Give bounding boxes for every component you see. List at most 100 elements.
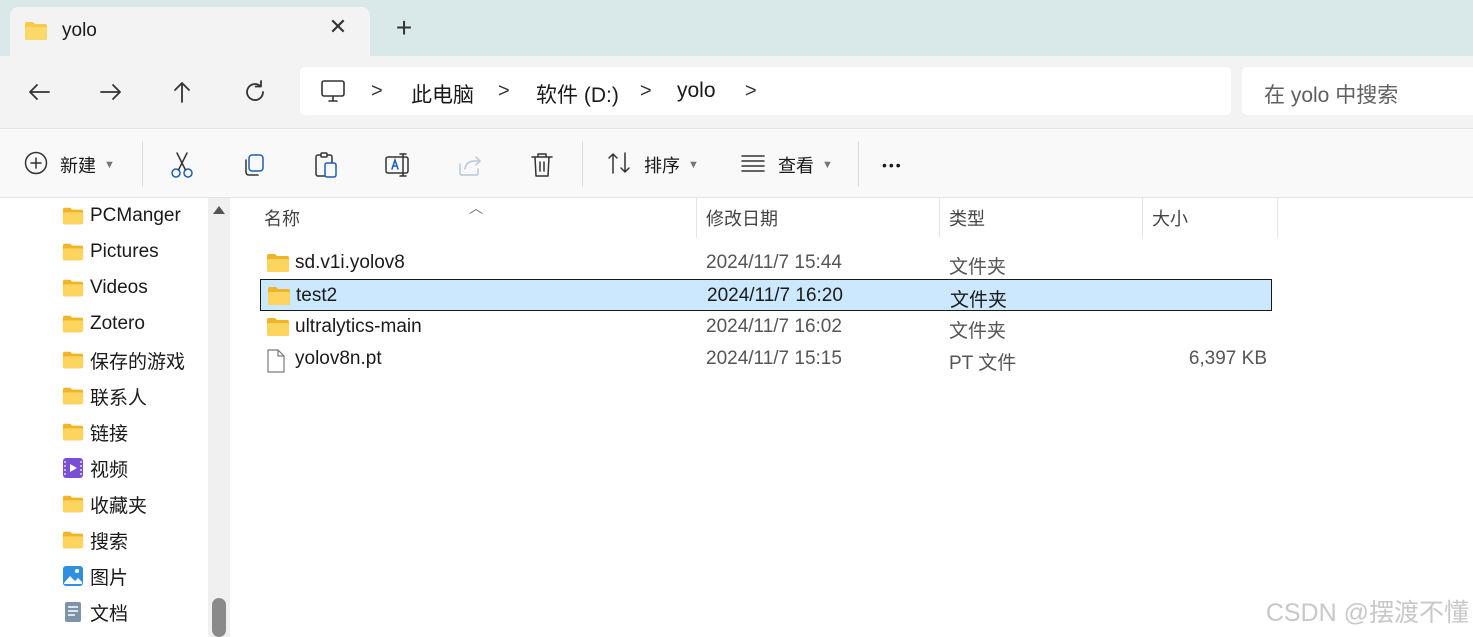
- delete-button[interactable]: [529, 151, 555, 179]
- tab-title: yolo: [62, 20, 97, 41]
- sidebar-item[interactable]: 文档: [62, 598, 128, 626]
- sidebar-item[interactable]: PCManger: [62, 202, 181, 230]
- chevron-right-icon[interactable]: >: [640, 80, 652, 103]
- column-divider[interactable]: [1142, 198, 1143, 238]
- sidebar-item-label: 搜索: [90, 531, 129, 553]
- address-bar[interactable]: > 此电脑 > 软件 (D:) > yolo >: [300, 67, 1231, 115]
- column-divider[interactable]: [1277, 198, 1278, 238]
- pictures-icon: [62, 565, 84, 587]
- watermark: CSDN @摆渡不懂: [1265, 599, 1469, 627]
- scissors-icon: [171, 152, 193, 178]
- column-divider[interactable]: [696, 198, 697, 238]
- new-button[interactable]: 新建 ▼: [24, 151, 115, 179]
- add-circle-icon: [24, 151, 48, 180]
- tab-strip: yolo ✕ +: [0, 0, 1473, 56]
- cut-button[interactable]: [169, 151, 195, 179]
- column-header-type[interactable]: 类型: [949, 198, 985, 238]
- view-label: 查看: [778, 156, 814, 176]
- close-icon[interactable]: ✕: [328, 16, 348, 38]
- file-row[interactable]: ultralytics-main 2024/11/7 16:02 文件夹: [260, 311, 1272, 343]
- paste-icon: [315, 152, 337, 178]
- sidebar-item[interactable]: 链接: [62, 418, 128, 446]
- folder-icon: [62, 529, 84, 551]
- sidebar-item[interactable]: 保存的游戏: [62, 346, 185, 374]
- folder-icon: [62, 313, 84, 335]
- chevron-down-icon: ▼: [822, 159, 833, 171]
- file-row[interactable]: sd.v1i.yolov8 2024/11/7 15:44 文件夹: [260, 247, 1272, 279]
- sidebar-item[interactable]: 联系人: [62, 382, 147, 410]
- more-options-icon[interactable]: •••: [882, 151, 903, 179]
- column-header-size[interactable]: 大小: [1152, 198, 1188, 238]
- view-button[interactable]: 查看 ▼: [740, 151, 833, 179]
- sidebar-item[interactable]: 收藏夹: [62, 490, 147, 518]
- scroll-thumb[interactable]: [212, 598, 226, 637]
- sidebar-item-label: PCManger: [90, 205, 181, 226]
- sidebar-item[interactable]: 搜索: [62, 526, 128, 554]
- file-date: 2024/11/7 16:02: [706, 316, 842, 337]
- sidebar-item-label: 视频: [90, 459, 129, 481]
- chevron-right-icon[interactable]: >: [498, 80, 510, 103]
- file-type: 文件夹: [949, 321, 1007, 342]
- rename-button[interactable]: [384, 151, 412, 179]
- nav-scrollbar[interactable]: [208, 198, 230, 637]
- breadcrumb-this-pc[interactable]: 此电脑: [411, 79, 474, 109]
- toolbar-divider: [582, 141, 583, 187]
- paste-button[interactable]: [313, 151, 339, 179]
- column-divider[interactable]: [939, 198, 940, 238]
- chevron-down-icon: ▼: [688, 159, 699, 171]
- folder-icon: [62, 241, 84, 263]
- sidebar-item[interactable]: 图片: [62, 562, 128, 590]
- breadcrumb-yolo[interactable]: yolo: [677, 79, 716, 103]
- file-name: ultralytics-main: [295, 316, 422, 337]
- file-icon: [266, 349, 286, 378]
- folder-icon: [62, 205, 84, 227]
- sidebar-item-label: 收藏夹: [90, 495, 148, 517]
- chevron-down-icon: ▼: [104, 159, 115, 171]
- search-placeholder: 在 yolo 中搜索: [1264, 84, 1399, 107]
- sidebar-item-label: 保存的游戏: [90, 351, 186, 373]
- folder-icon: [267, 286, 291, 311]
- scroll-up-arrow-icon[interactable]: [213, 206, 225, 214]
- file-row[interactable]: yolov8n.pt 2024/11/7 15:15 PT 文件 6,397 KB: [260, 343, 1272, 375]
- file-row[interactable]: test2 2024/11/7 16:20 文件夹: [260, 279, 1272, 311]
- sidebar-item-label: 图片: [90, 567, 129, 589]
- navigation-pane: PCManger Pictures Videos Zotero 保存的游戏联系人链接视频…: [0, 198, 232, 637]
- document-icon: [62, 601, 84, 623]
- new-tab-button[interactable]: +: [392, 14, 416, 42]
- address-row: > 此电脑 > 软件 (D:) > yolo > 在 yolo 中搜索: [0, 56, 1473, 128]
- file-date: 2024/11/7 15:44: [706, 252, 842, 273]
- file-name: yolov8n.pt: [295, 348, 382, 369]
- this-pc-icon[interactable]: [320, 79, 346, 108]
- folder-icon: [24, 21, 48, 46]
- copy-button[interactable]: [241, 151, 267, 179]
- search-input[interactable]: 在 yolo 中搜索: [1242, 67, 1473, 115]
- chevron-right-icon[interactable]: >: [745, 80, 757, 103]
- rename-icon: [385, 153, 409, 177]
- sidebar-item[interactable]: Videos: [62, 274, 148, 302]
- file-type: PT 文件: [949, 353, 1017, 374]
- sidebar-item[interactable]: Zotero: [62, 310, 145, 338]
- sidebar-item[interactable]: Pictures: [62, 238, 159, 266]
- sort-label: 排序: [644, 156, 680, 176]
- video-icon: [62, 457, 84, 479]
- trash-icon: [531, 153, 553, 177]
- up-icon[interactable]: [166, 76, 198, 108]
- column-header-date[interactable]: 修改日期: [706, 198, 778, 238]
- refresh-icon[interactable]: [239, 76, 271, 108]
- back-icon[interactable]: [23, 76, 55, 108]
- chevron-right-icon[interactable]: >: [371, 80, 383, 103]
- toolbar-divider: [858, 141, 859, 187]
- folder-icon: [62, 385, 84, 407]
- share-button[interactable]: [456, 151, 484, 179]
- folder-icon: [62, 421, 84, 443]
- file-type: 文件夹: [950, 290, 1008, 311]
- tab-yolo[interactable]: yolo ✕: [10, 7, 370, 56]
- forward-icon[interactable]: [95, 76, 127, 108]
- folder-icon: [62, 277, 84, 299]
- column-header-name[interactable]: 名称: [264, 198, 300, 238]
- sort-ascending-icon: ︿: [469, 200, 483, 216]
- breadcrumb-drive-d[interactable]: 软件 (D:): [536, 79, 619, 109]
- view-list-icon: [740, 152, 766, 179]
- sidebar-item[interactable]: 视频: [62, 454, 128, 482]
- sort-button[interactable]: 排序 ▼: [606, 151, 699, 179]
